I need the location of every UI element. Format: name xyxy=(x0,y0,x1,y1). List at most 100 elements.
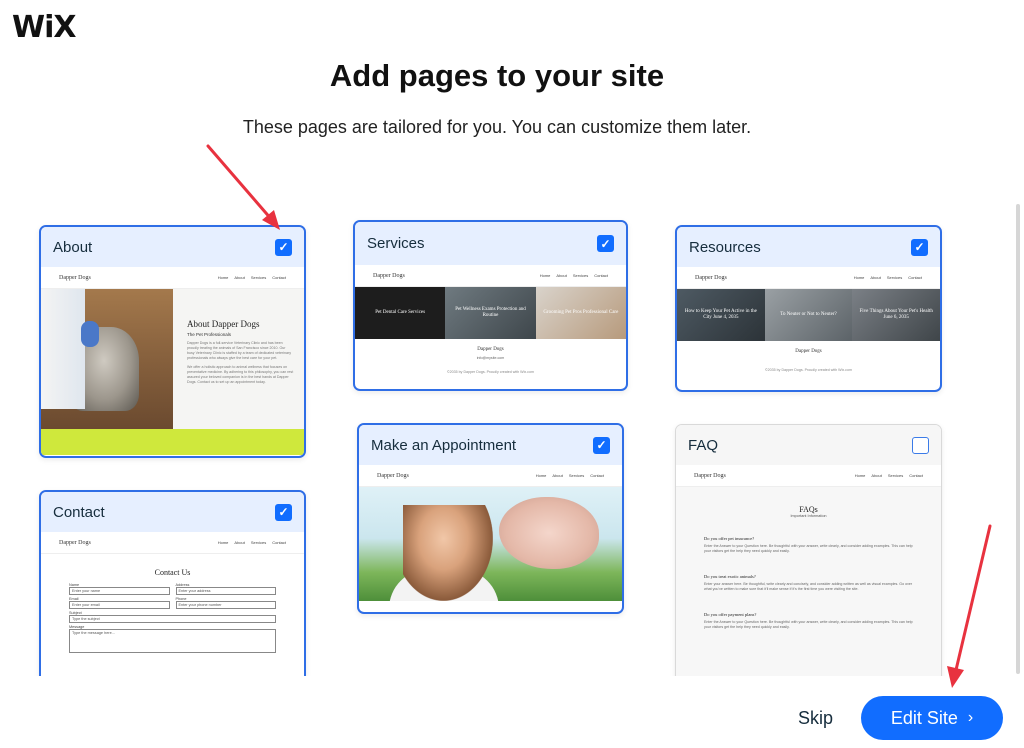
faq-question: Do you treat exotic animals? xyxy=(704,574,756,579)
card-header: Contact ✓ xyxy=(41,492,304,532)
preview-nav: Dapper Dogs Home About Services Contact xyxy=(676,465,941,487)
preview-link: Services xyxy=(250,540,267,545)
preview-link: About xyxy=(552,473,563,478)
form-field: Type the message here... xyxy=(69,629,276,653)
chevron-right-icon: › xyxy=(967,709,974,726)
preview-links: Home About Services Contact xyxy=(855,473,923,478)
about-paragraph: Dapper Dogs is a full-service Veterinary… xyxy=(187,341,292,360)
card-header: Make an Appointment ✓ xyxy=(359,425,622,465)
strip-tile: How to Keep Your Pet Active in the City … xyxy=(677,289,765,341)
preview-link: About xyxy=(234,275,245,280)
faq-answer: Enter your answer here. Be thoughtful, w… xyxy=(704,582,913,591)
card-title: Resources xyxy=(689,238,761,256)
about-heading: About Dapper Dogs xyxy=(187,319,260,329)
preview-link: Home xyxy=(539,273,551,278)
checkmark-icon: ✓ xyxy=(278,240,289,254)
preview-link: About xyxy=(871,473,882,478)
lime-band xyxy=(41,429,304,455)
preview-footer-copy: ©2035 by Dapper Dogs. Proudly created wi… xyxy=(447,370,534,374)
preview-nav: Dapper Dogs Home About Services Contact xyxy=(41,267,304,289)
form-field: Type the subject xyxy=(69,615,276,623)
preview-link: Contact xyxy=(272,275,286,280)
contact-form-preview: Name Enter your name Address Enter your ad… xyxy=(41,583,304,653)
preview-brand: Dapper Dogs xyxy=(377,472,409,479)
faq-answer: Enter the Answer to your Question here. … xyxy=(704,544,913,553)
faq-heading: FAQs xyxy=(799,505,818,514)
preview-brand: Dapper Dogs xyxy=(59,274,91,281)
preview-nav: Dapper Dogs Home About Services Contact xyxy=(355,265,626,287)
edit-site-label: Edit Site xyxy=(890,707,958,728)
card-header: Resources ✓ xyxy=(677,227,940,267)
strip-tile: Five Things About Your Pet's Health June… xyxy=(852,289,940,341)
preview-link: Home xyxy=(854,473,866,478)
resources-strip: How to Keep Your Pet Active in the City … xyxy=(677,289,940,341)
checkbox-contact[interactable]: ✓ xyxy=(275,503,292,521)
preview-link: Contact xyxy=(909,473,923,478)
preview-footer-brand: Dapper Dogs xyxy=(477,347,504,352)
preview-links: Home About Services Contact xyxy=(218,540,286,545)
preview-link: Services xyxy=(886,275,903,280)
checkmark-icon: ✓ xyxy=(278,505,289,519)
page-card-about[interactable]: About ✓ Dapper Dogs Home About Services Con… xyxy=(39,225,306,458)
about-sub: The Pet Professionals xyxy=(187,332,232,337)
preview-brand: Dapper Dogs xyxy=(59,539,91,546)
page-card-resources[interactable]: Resources ✓ Dapper Dogs Home About Service… xyxy=(675,225,942,392)
vet-goat-image xyxy=(41,289,173,429)
preview-brand: Dapper Dogs xyxy=(694,472,726,479)
page-card-appointment[interactable]: Make an Appointment ✓ Dapper Dogs Home Ab… xyxy=(357,423,624,614)
checkbox-about[interactable]: ✓ xyxy=(275,238,292,256)
faq-preview: FAQs Important Information Do you offer … xyxy=(676,487,941,693)
checkbox-faq[interactable] xyxy=(912,436,929,454)
preview-link: Home xyxy=(217,540,229,545)
card-title: About xyxy=(53,238,93,256)
page-card-contact[interactable]: Contact ✓ Dapper Dogs Home About Services C… xyxy=(39,490,306,690)
preview-link: Home xyxy=(217,275,229,280)
contact-heading: Contact Us xyxy=(154,568,191,577)
edit-site-button[interactable]: Edit Site › xyxy=(861,696,1003,740)
checkbox-appointment[interactable]: ✓ xyxy=(593,436,610,454)
preview-brand: Dapper Dogs xyxy=(373,272,405,279)
page-card-faq[interactable]: FAQ Dapper Dogs Home About Services Contact… xyxy=(675,424,942,694)
card-title: Make an Appointment xyxy=(371,436,517,454)
faq-question: Do you offer pet insurance? xyxy=(704,536,755,541)
preview-links: Home About Services Contact xyxy=(540,273,608,278)
preview-link: Services xyxy=(572,273,589,278)
preview-footer-copy: ©2035 by Dapper Dogs. Proudly created wi… xyxy=(765,368,852,372)
card-title: FAQ xyxy=(688,436,719,454)
preview-nav: Dapper Dogs Home About Services Contact xyxy=(41,532,304,554)
preview-link: Home xyxy=(853,275,865,280)
faq-sub: Important Information xyxy=(790,514,827,518)
card-header: FAQ xyxy=(676,425,941,465)
preview-nav: Dapper Dogs Home About Services Contact xyxy=(677,267,940,289)
form-field: Enter your phone number xyxy=(175,601,276,609)
checkmark-icon: ✓ xyxy=(914,240,925,254)
preview-link: Contact xyxy=(590,473,604,478)
about-preview: About Dapper Dogs The Pet Professionals … xyxy=(41,289,304,429)
scrollbar[interactable] xyxy=(1016,204,1020,674)
strip-tile: To Neuter or Not to Neuter? xyxy=(764,289,853,341)
about-paragraph: We offer a holistic approach to animal w… xyxy=(187,365,294,384)
checkmark-icon: ✓ xyxy=(600,236,611,251)
checkbox-services[interactable]: ✓ xyxy=(597,235,614,252)
faq-question: Do you offer payment plans? xyxy=(704,612,757,617)
preview-link: About xyxy=(234,540,245,545)
page-subtitle: These pages are tailored for you. You ca… xyxy=(242,117,752,137)
preview-nav: Dapper Dogs Home About Services Contact xyxy=(359,465,622,487)
preview-link: Contact xyxy=(272,540,286,545)
card-title: Services xyxy=(367,235,425,252)
skip-button[interactable]: Skip xyxy=(798,708,833,729)
preview-link: Services xyxy=(568,473,585,478)
preview-links: Home About Services Contact xyxy=(536,473,604,478)
preview-footer-brand: Dapper Dogs xyxy=(795,349,822,354)
preview-footer-email: info@mysite.com xyxy=(476,356,505,360)
strip-tile: Pet Dental Care Services xyxy=(355,287,446,339)
wix-logo: WiX xyxy=(12,10,77,45)
checkbox-resources[interactable]: ✓ xyxy=(911,238,928,256)
preview-links: Home About Services Contact xyxy=(218,275,286,280)
preview-link: About xyxy=(556,273,567,278)
annotation-arrow-icon xyxy=(947,524,992,688)
preview-link: Contact xyxy=(908,275,922,280)
card-header: Services ✓ xyxy=(355,222,626,265)
page-card-services[interactable]: Services ✓ Dapper Dogs Home About Services… xyxy=(353,220,628,391)
preview-link: Services xyxy=(887,473,904,478)
